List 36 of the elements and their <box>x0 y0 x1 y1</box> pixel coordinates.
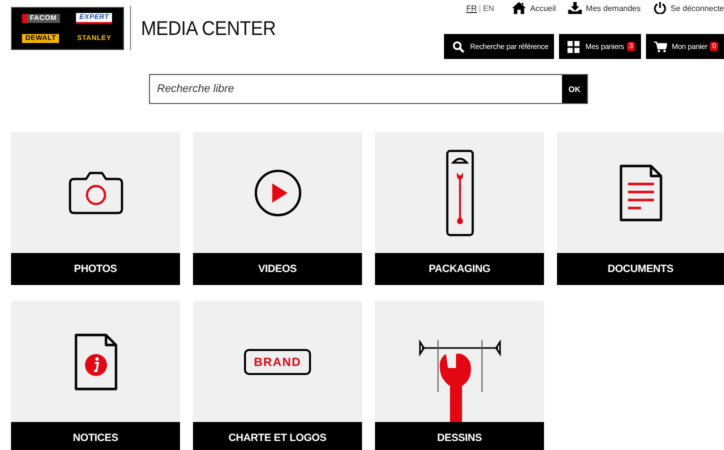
category-label: PACKAGING <box>375 253 544 285</box>
house-icon <box>512 2 526 14</box>
category-tile[interactable]: DESSINS <box>375 301 544 450</box>
category-label: PHOTOS <box>11 253 180 285</box>
category-label: CHARTE ET LOGOS <box>193 422 362 450</box>
category-tile[interactable]: NOTICES <box>11 301 180 450</box>
power-icon <box>652 2 667 14</box>
category-tile[interactable]: PHOTOS <box>11 132 180 285</box>
category-tile[interactable]: VIDEOS <box>193 132 362 285</box>
search-field[interactable]: Recherche libre OK <box>149 74 588 104</box>
cart-icon <box>654 40 667 52</box>
category-label: DOCUMENTS <box>557 253 724 285</box>
play-icon <box>252 168 302 218</box>
category-tile[interactable]: DOCUMENTS <box>557 132 724 285</box>
header-link[interactable]: Mes demandes <box>568 2 641 14</box>
search-icon <box>452 40 466 52</box>
packaged-wrench-icon <box>444 148 474 236</box>
language-link[interactable]: FR <box>466 4 477 12</box>
language-separator: | <box>478 4 481 12</box>
language-link[interactable]: EN <box>483 4 494 12</box>
header-link[interactable]: Se déconnecte <box>652 2 724 14</box>
page-title: MEDIA CENTER <box>141 18 276 40</box>
download-icon <box>568 2 582 14</box>
brand-label-icon: BRAND <box>244 348 312 374</box>
category-label: NOTICES <box>11 422 180 450</box>
wrench-measurement-icon <box>418 338 502 422</box>
category-label: DESSINS <box>375 422 544 450</box>
category-label: VIDEOS <box>193 253 362 285</box>
grid-icon <box>567 40 580 52</box>
category-tile[interactable]: BRAND CHARTE ET LOGOS <box>193 301 362 450</box>
ok-button[interactable]: OK <box>562 75 587 103</box>
category-tile[interactable]: PACKAGING <box>375 132 544 285</box>
camera-icon <box>68 170 124 214</box>
document-icon <box>618 164 662 222</box>
header-link[interactable]: Accueil <box>512 2 556 14</box>
info-document-icon <box>74 332 118 390</box>
